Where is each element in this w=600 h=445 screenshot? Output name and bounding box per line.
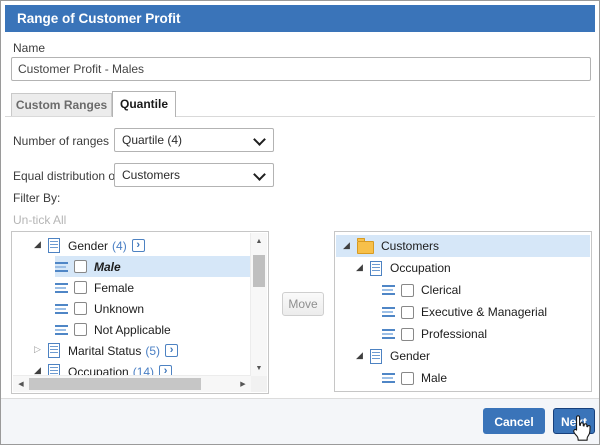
tree-item-not-applicable[interactable]: Not Applicable xyxy=(55,319,251,340)
left-tree-panel: ◢ Gender (4) › Male Female Unknown Not Applicab… xyxy=(11,231,269,394)
next-button[interactable]: Next xyxy=(553,408,595,434)
tree-item-label: Executive & Managerial xyxy=(421,305,547,319)
member-count: (4) xyxy=(112,239,127,253)
equal-distribution-value: Customers xyxy=(122,168,180,182)
vertical-scrollbar[interactable]: ▲ ▼ xyxy=(250,233,267,376)
untick-all-link[interactable]: Un-tick All xyxy=(13,213,66,227)
range-dialog: Range of Customer Profit Name Custom Ran… xyxy=(0,0,600,445)
tree-item-customers[interactable]: ◢ Customers xyxy=(336,235,590,257)
vertical-scrollbar-thumb[interactable] xyxy=(253,255,265,287)
tree-item-male[interactable]: Male xyxy=(336,367,590,389)
tree-item-label: Clerical xyxy=(421,283,461,297)
list-item-icon xyxy=(55,282,68,294)
tree-item-occupation[interactable]: ◢ Occupation xyxy=(336,257,590,279)
tree-item-professional[interactable]: Professional xyxy=(336,323,590,345)
drill-arrow-icon[interactable]: › xyxy=(132,239,145,252)
move-button[interactable]: Move xyxy=(282,292,324,316)
tree-item-label: Occupation xyxy=(390,261,451,275)
tree-item-male[interactable]: Male xyxy=(55,256,251,277)
expand-triangle-icon[interactable]: ▷ xyxy=(31,346,44,355)
list-item-icon xyxy=(55,324,68,336)
tab-quantile[interactable]: Quantile xyxy=(112,91,176,117)
scroll-right-icon[interactable]: ▶ xyxy=(235,376,251,392)
scroll-up-icon[interactable]: ▲ xyxy=(251,233,267,249)
dialog-footer: Cancel Next xyxy=(1,398,599,444)
checkbox-male[interactable] xyxy=(74,260,87,273)
right-tree-panel: ◢ Customers ◢ Occupation Clerical Executive &… xyxy=(334,231,592,392)
tree-item-label: Gender xyxy=(390,349,430,363)
checkbox-executive-managerial[interactable] xyxy=(401,306,414,319)
scroll-left-icon[interactable]: ◀ xyxy=(13,376,29,392)
sheet-icon xyxy=(48,343,60,358)
number-of-ranges-label: Number of ranges xyxy=(13,134,109,148)
collapse-triangle-icon[interactable]: ◢ xyxy=(353,264,366,273)
sheet-icon xyxy=(370,349,382,364)
horizontal-scrollbar-thumb[interactable] xyxy=(29,378,201,390)
number-of-ranges-select[interactable]: Quartile (4) xyxy=(114,128,274,152)
list-item-icon xyxy=(382,306,395,318)
tree-item-label: Not Applicable xyxy=(94,323,171,337)
collapse-triangle-icon[interactable]: ◢ xyxy=(31,241,44,250)
list-item-icon xyxy=(55,261,68,273)
horizontal-scrollbar[interactable]: ◀ ▶ xyxy=(13,375,251,392)
sheet-icon xyxy=(48,238,60,253)
tree-item-label: Professional xyxy=(421,327,487,341)
tree-item-label: Unknown xyxy=(94,302,144,316)
filter-by-label: Filter By: xyxy=(13,191,60,205)
drill-arrow-icon[interactable]: › xyxy=(165,344,178,357)
list-item-icon xyxy=(382,328,395,340)
checkbox-professional[interactable] xyxy=(401,328,414,341)
tree-item-label: Customers xyxy=(381,239,439,253)
tree-item-gender[interactable]: ◢ Gender xyxy=(336,345,590,367)
chevron-down-icon xyxy=(253,168,266,181)
tree-item-gender[interactable]: ◢ Gender (4) › xyxy=(31,235,251,256)
right-tree: ◢ Customers ◢ Occupation Clerical Executive &… xyxy=(336,233,590,390)
checkbox-female[interactable] xyxy=(74,281,87,294)
checkbox-not-applicable[interactable] xyxy=(74,323,87,336)
list-item-icon xyxy=(382,284,395,296)
list-item-icon xyxy=(382,372,395,384)
name-label: Name xyxy=(13,41,45,55)
cancel-button[interactable]: Cancel xyxy=(483,408,545,434)
collapse-triangle-icon[interactable]: ◢ xyxy=(340,242,353,251)
list-item-icon xyxy=(55,303,68,315)
equal-distribution-label: Equal distribution of xyxy=(13,169,118,183)
checkbox-unknown[interactable] xyxy=(74,302,87,315)
tree-item-label: Gender xyxy=(68,239,108,253)
tree-item-label: Marital Status xyxy=(68,344,141,358)
tabs-divider xyxy=(5,116,595,117)
tree-item-executive-managerial[interactable]: Executive & Managerial xyxy=(336,301,590,323)
dialog-title-bar: Range of Customer Profit xyxy=(5,5,595,32)
scrollbar-corner xyxy=(251,376,267,392)
checkbox-male[interactable] xyxy=(401,372,414,385)
tree-item-label: Female xyxy=(94,281,134,295)
name-input[interactable] xyxy=(11,57,591,81)
tree-item-label: Male xyxy=(94,260,121,274)
sheet-icon xyxy=(370,261,382,276)
checkbox-clerical[interactable] xyxy=(401,284,414,297)
dialog-title: Range of Customer Profit xyxy=(17,11,181,26)
tree-item-clerical[interactable]: Clerical xyxy=(336,279,590,301)
tree-item-label: Male xyxy=(421,371,447,385)
tab-custom-ranges[interactable]: Custom Ranges xyxy=(11,93,112,117)
scroll-down-icon[interactable]: ▼ xyxy=(251,360,267,376)
member-count: (5) xyxy=(145,344,160,358)
folder-icon xyxy=(357,241,374,254)
tree-item-marital-status[interactable]: ▷ Marital Status (5) › xyxy=(31,340,251,361)
collapse-triangle-icon[interactable]: ◢ xyxy=(353,352,366,361)
tree-item-unknown[interactable]: Unknown xyxy=(55,298,251,319)
number-of-ranges-value: Quartile (4) xyxy=(122,133,182,147)
tree-item-occupation[interactable]: ◢Occupation(14)› xyxy=(31,361,251,376)
tree-item-female[interactable]: Female xyxy=(55,277,251,298)
equal-distribution-select[interactable]: Customers xyxy=(114,163,274,187)
left-tree: ◢ Gender (4) › Male Female Unknown Not Applicab… xyxy=(13,233,251,376)
chevron-down-icon xyxy=(253,133,266,146)
